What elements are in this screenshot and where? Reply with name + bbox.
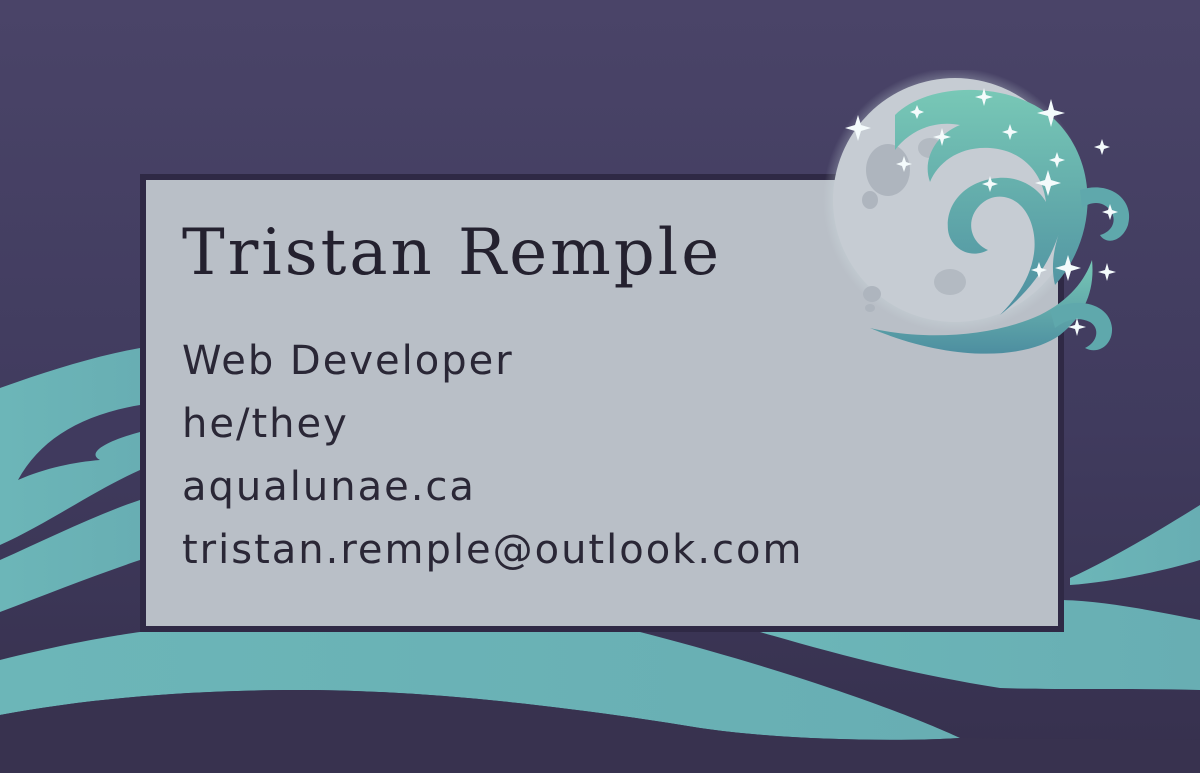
wave-emblem-curl-right xyxy=(1080,187,1130,241)
job-title: Web Developer xyxy=(182,338,514,384)
person-name: Tristan Remple xyxy=(182,216,723,290)
contact-details: Web Developer he/they aqualunae.ca trist… xyxy=(182,330,803,582)
website-link[interactable]: aqualunae.ca xyxy=(182,456,803,519)
wave-band-right-upper xyxy=(1070,505,1200,585)
pronouns: he/they xyxy=(182,401,349,447)
crescent-moon-emblem-icon xyxy=(823,70,1130,354)
email-link[interactable]: tristan.remple@outlook.com xyxy=(182,519,803,582)
